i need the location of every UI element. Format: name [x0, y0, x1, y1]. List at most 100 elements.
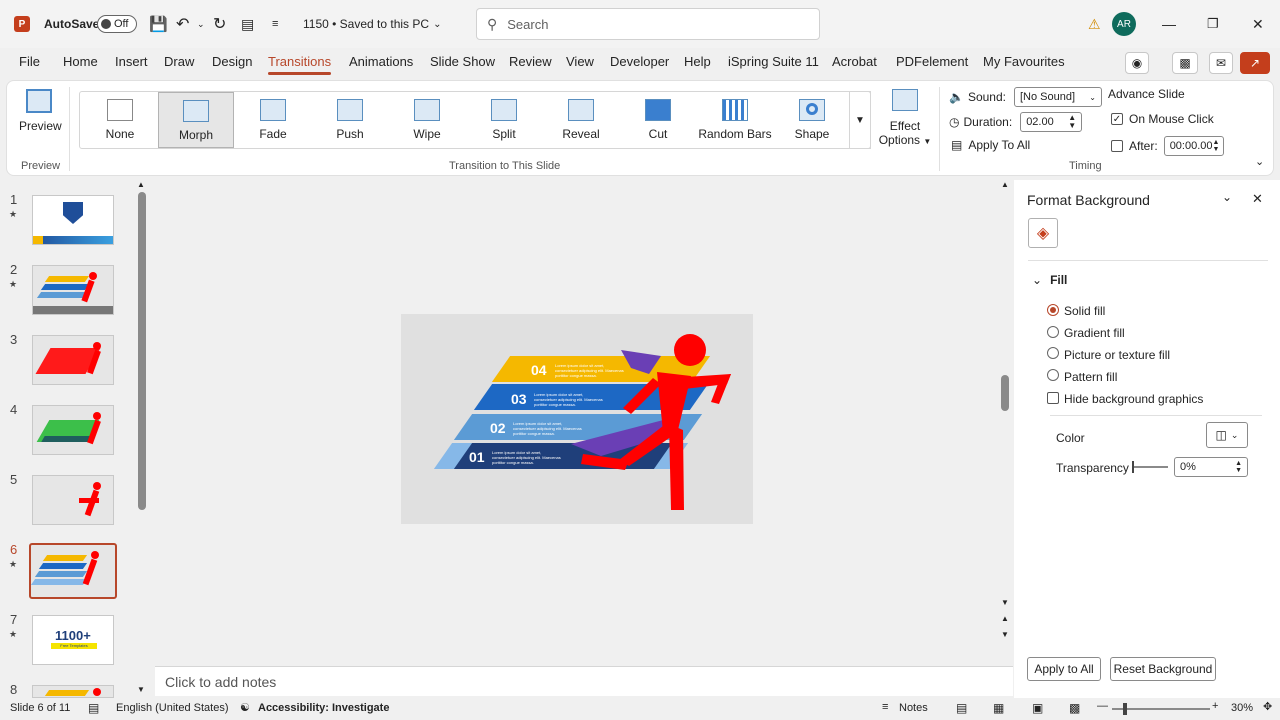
avatar[interactable]: AR [1112, 0, 1136, 48]
apply-to-all-bg-button[interactable]: Apply to All [1027, 657, 1101, 681]
sound-select[interactable]: [No Sound] ⌄ [1014, 87, 1102, 107]
gallery-more-button[interactable]: ▼ [849, 91, 871, 149]
apply-to-all-button[interactable]: ▤ Apply To All [951, 138, 1030, 152]
tab-developer[interactable]: Developer [610, 54, 669, 69]
duration-input[interactable]: 02.00 ▲ ▼ [1020, 112, 1083, 132]
tab-animations[interactable]: Animations [349, 54, 413, 69]
tab-file[interactable]: File [19, 54, 40, 69]
autosave-toggle[interactable]: Off [97, 0, 137, 48]
slide-thumbnail-2[interactable] [32, 265, 114, 315]
reading-view-icon[interactable]: ▣ [1032, 701, 1043, 715]
slide-thumbnail-5[interactable] [32, 475, 114, 525]
fill-section-header[interactable]: ⌄ Fill [1032, 273, 1067, 287]
gradient-fill-radio[interactable] [1047, 326, 1059, 338]
restore-icon[interactable]: ❐ [1207, 0, 1219, 48]
picture-fill-label[interactable]: Picture or texture fill [1064, 348, 1170, 362]
transparency-slider[interactable] [1132, 466, 1168, 468]
tab-view[interactable]: View [566, 54, 594, 69]
zoom-out-icon[interactable]: — [1097, 700, 1108, 712]
save-icon[interactable]: 💾 [149, 0, 168, 48]
transition-split[interactable]: Split [466, 92, 542, 148]
transition-wipe[interactable]: Wipe [389, 92, 465, 148]
on-mouse-click-checkbox[interactable]: ✓ On Mouse Click [1111, 112, 1214, 126]
transition-none[interactable]: None [82, 92, 158, 148]
pane-options-icon[interactable]: ⌄ [1222, 190, 1232, 204]
language-status[interactable]: English (United States) [116, 702, 229, 714]
solid-fill-label[interactable]: Solid fill [1064, 304, 1105, 318]
pane-close-icon[interactable]: ✕ [1252, 191, 1263, 207]
accessibility-status[interactable]: Accessibility: Investigate [258, 702, 389, 714]
transparency-input[interactable]: 0% ▲ ▼ [1174, 457, 1248, 477]
notes-button[interactable]: Notes [899, 702, 928, 714]
record-button[interactable]: ◉ [1125, 52, 1149, 74]
slide-thumbnail-8[interactable] [32, 685, 114, 698]
pattern-fill-label[interactable]: Pattern fill [1064, 370, 1117, 384]
tab-help[interactable]: Help [684, 54, 711, 69]
slide-thumbnail-4[interactable] [32, 405, 114, 455]
scroll-up-icon[interactable]: ▲ [137, 180, 145, 189]
share-button[interactable]: ↗ [1240, 52, 1270, 74]
next-slide-icon[interactable]: ▼ [1001, 630, 1009, 639]
tab-transitions[interactable]: Transitions [268, 54, 332, 75]
tab-ispring[interactable]: iSpring Suite 11 [728, 54, 819, 69]
transition-shape[interactable]: Shape [774, 92, 850, 148]
transition-morph[interactable]: Morph [158, 92, 234, 148]
search-input[interactable]: ⚲ Search [476, 8, 820, 40]
previous-slide-icon[interactable]: ▲ [1001, 614, 1009, 623]
effect-options-button[interactable]: Effect Options ▼ [877, 89, 933, 147]
warning-icon[interactable]: ⚠ [1088, 0, 1101, 48]
editor-scroll-up-icon[interactable]: ▲ [1001, 180, 1009, 189]
thumbnail-scrollbar[interactable] [138, 192, 146, 510]
slide-thumbnail-3[interactable] [32, 335, 114, 385]
picture-fill-radio[interactable] [1047, 347, 1059, 359]
present-icon[interactable]: ▤ [241, 0, 254, 48]
solid-fill-radio[interactable] [1047, 304, 1059, 316]
tab-design[interactable]: Design [212, 54, 252, 69]
hide-graphics-label[interactable]: Hide background graphics [1064, 392, 1203, 406]
tab-home[interactable]: Home [63, 54, 98, 69]
color-picker-button[interactable]: ◫ ⌄ [1206, 422, 1248, 448]
spell-check-icon[interactable]: ▤ [88, 701, 99, 715]
tab-acrobat[interactable]: Acrobat [832, 54, 877, 69]
transition-reveal[interactable]: Reveal [543, 92, 619, 148]
transition-cut[interactable]: Cut [620, 92, 696, 148]
hide-graphics-checkbox[interactable] [1047, 392, 1059, 404]
editor-scroll-down-icon[interactable]: ▼ [1001, 598, 1009, 607]
transition-random-bars[interactable]: Random Bars [697, 92, 773, 148]
transparency-slider-thumb[interactable] [1132, 461, 1134, 473]
preview-button[interactable]: Preview [19, 89, 62, 133]
tab-insert[interactable]: Insert [115, 54, 148, 69]
editor-scrollbar[interactable] [1001, 375, 1009, 411]
tab-slide-show[interactable]: Slide Show [430, 54, 495, 69]
tab-pdfelement[interactable]: PDFelement [896, 54, 968, 69]
teams-button[interactable]: ▩ [1172, 52, 1198, 74]
slideshow-icon[interactable]: ▩ [1069, 701, 1080, 715]
file-status[interactable]: 1150 • Saved to this PC ⌄ [303, 0, 441, 48]
collapse-ribbon-icon[interactable]: ⌄ [1255, 155, 1264, 168]
pattern-fill-radio[interactable] [1047, 369, 1059, 381]
scroll-down-icon[interactable]: ▼ [137, 685, 145, 694]
zoom-in-icon[interactable]: + [1212, 700, 1218, 712]
slide-thumbnail-6[interactable] [29, 543, 117, 599]
tab-my-favourites[interactable]: My Favourites [983, 54, 1065, 69]
undo-icon[interactable]: ↶ [176, 0, 189, 48]
normal-view-icon[interactable]: ▤ [956, 701, 967, 715]
comments-button[interactable]: ✉ [1209, 52, 1233, 74]
customize-toolbar-icon[interactable]: ≡ [272, 0, 278, 48]
redo-icon[interactable]: ↻ [213, 0, 226, 48]
tab-draw[interactable]: Draw [164, 54, 194, 69]
after-checkbox[interactable]: After: 00:00.00 ▲ ▼ [1111, 136, 1224, 156]
zoom-slider-thumb[interactable] [1123, 703, 1127, 715]
fill-tab-icon[interactable]: ◈ [1028, 218, 1058, 248]
minimize-icon[interactable]: — [1162, 0, 1176, 48]
zoom-level[interactable]: 30% [1231, 702, 1253, 714]
fit-to-window-icon[interactable]: ✥ [1263, 700, 1272, 713]
transition-fade[interactable]: Fade [235, 92, 311, 148]
gradient-fill-label[interactable]: Gradient fill [1064, 326, 1125, 340]
slide-info[interactable]: Slide 6 of 11 [10, 702, 70, 714]
close-icon[interactable]: ✕ [1252, 0, 1264, 48]
notes-area[interactable]: Click to add notes [155, 666, 1013, 696]
transition-push[interactable]: Push [312, 92, 388, 148]
undo-dropdown-icon[interactable]: ⌄ [197, 0, 205, 48]
slide-thumbnail-1[interactable] [32, 195, 114, 245]
